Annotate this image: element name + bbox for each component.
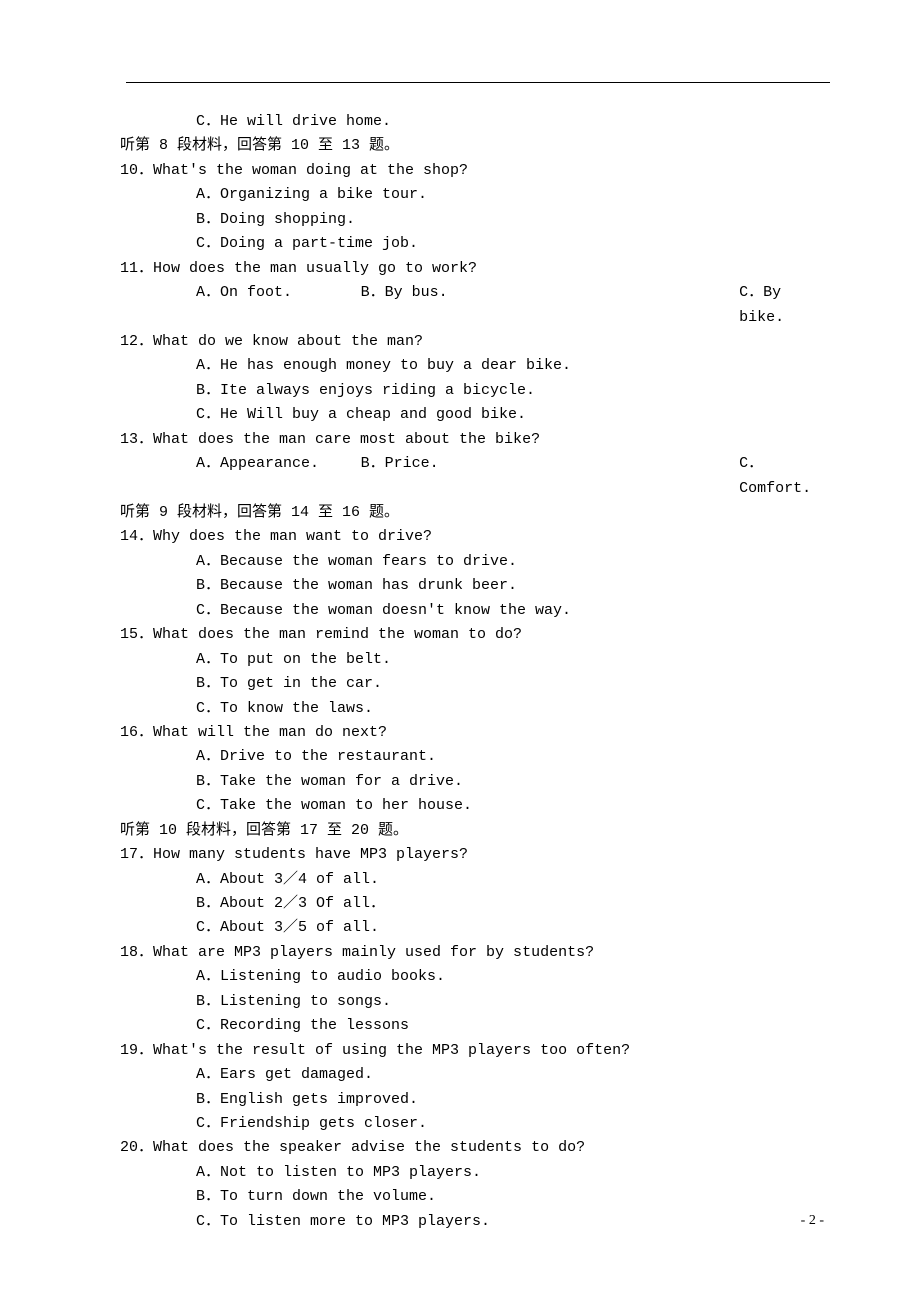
text-line: A．Listening to audio books. xyxy=(120,965,830,989)
text-line: B．English gets improved. xyxy=(120,1088,830,1112)
text-line: C．Recording the lessons xyxy=(120,1014,830,1038)
text-line: A．He has enough money to buy a dear bike… xyxy=(120,354,830,378)
text-line: B．Take the woman for a drive. xyxy=(120,770,830,794)
text-line: 12．What do we know about the man? xyxy=(120,330,830,354)
text-line: C．He Will buy a cheap and good bike. xyxy=(120,403,830,427)
text-line: A．To put on the belt. xyxy=(120,648,830,672)
text-line: 16．What will the man do next? xyxy=(120,721,830,745)
text-line: C．To know the laws. xyxy=(120,697,830,721)
text-line: C．Doing a part-time job. xyxy=(120,232,830,256)
option-b: B．Price. xyxy=(361,452,740,501)
text-line: B．Listening to songs. xyxy=(120,990,830,1014)
text-line: C．To listen more to MP3 players. xyxy=(120,1210,830,1234)
text-line: 18．What are MP3 players mainly used for … xyxy=(120,941,830,965)
option-row: A．Appearance.B．Price.C．Comfort. xyxy=(120,452,830,501)
text-line: B．To turn down the volume. xyxy=(120,1185,830,1209)
text-line: B．Because the woman has drunk beer. xyxy=(120,574,830,598)
text-line: 19．What's the result of using the MP3 pl… xyxy=(120,1039,830,1063)
option-row: A．On foot.B．By bus.C．By bike. xyxy=(120,281,830,330)
text-line: 听第 8 段材料，回答第 10 至 13 题。 xyxy=(120,134,830,158)
option-b: B．By bus. xyxy=(361,281,740,330)
text-line: A．Organizing a bike tour. xyxy=(120,183,830,207)
option-c: C．Comfort. xyxy=(739,452,830,501)
option-a: A．Appearance. xyxy=(196,452,361,501)
text-line: 13．What does the man care most about the… xyxy=(120,428,830,452)
text-line: C．About 3／5 of all. xyxy=(120,916,830,940)
text-line: 15．What does the man remind the woman to… xyxy=(120,623,830,647)
text-line: 11．How does the man usually go to work? xyxy=(120,257,830,281)
text-line: 10．What's the woman doing at the shop? xyxy=(120,159,830,183)
text-line: A．Drive to the restaurant. xyxy=(120,745,830,769)
text-line: 20．What does the speaker advise the stud… xyxy=(120,1136,830,1160)
text-line: A．Ears get damaged. xyxy=(120,1063,830,1087)
text-line: C．Friendship gets closer. xyxy=(120,1112,830,1136)
text-line: A．About 3／4 of all. xyxy=(120,868,830,892)
text-line: B．To get in the car. xyxy=(120,672,830,696)
option-c: C．By bike. xyxy=(739,281,830,330)
text-line: C．He will drive home. xyxy=(120,110,830,134)
page-number: - 2 - xyxy=(801,1210,824,1233)
text-line: A．Not to listen to MP3 players. xyxy=(120,1161,830,1185)
text-line: 听第 10 段材料，回答第 17 至 20 题。 xyxy=(120,819,830,843)
text-line: C．Because the woman doesn't know the way… xyxy=(120,599,830,623)
text-line: B．Doing shopping. xyxy=(120,208,830,232)
text-line: B．Ite always enjoys riding a bicycle. xyxy=(120,379,830,403)
text-line: B．About 2／3 Of all． xyxy=(120,892,830,916)
text-line: A．Because the woman fears to drive. xyxy=(120,550,830,574)
text-line: 17．How many students have MP3 players? xyxy=(120,843,830,867)
text-line: 14．Why does the man want to drive? xyxy=(120,525,830,549)
text-line: C．Take the woman to her house. xyxy=(120,794,830,818)
horizontal-rule xyxy=(126,82,830,83)
exam-page-content: C．He will drive home.听第 8 段材料，回答第 10 至 1… xyxy=(0,0,920,1234)
option-a: A．On foot. xyxy=(196,281,361,330)
text-line: 听第 9 段材料，回答第 14 至 16 题。 xyxy=(120,501,830,525)
